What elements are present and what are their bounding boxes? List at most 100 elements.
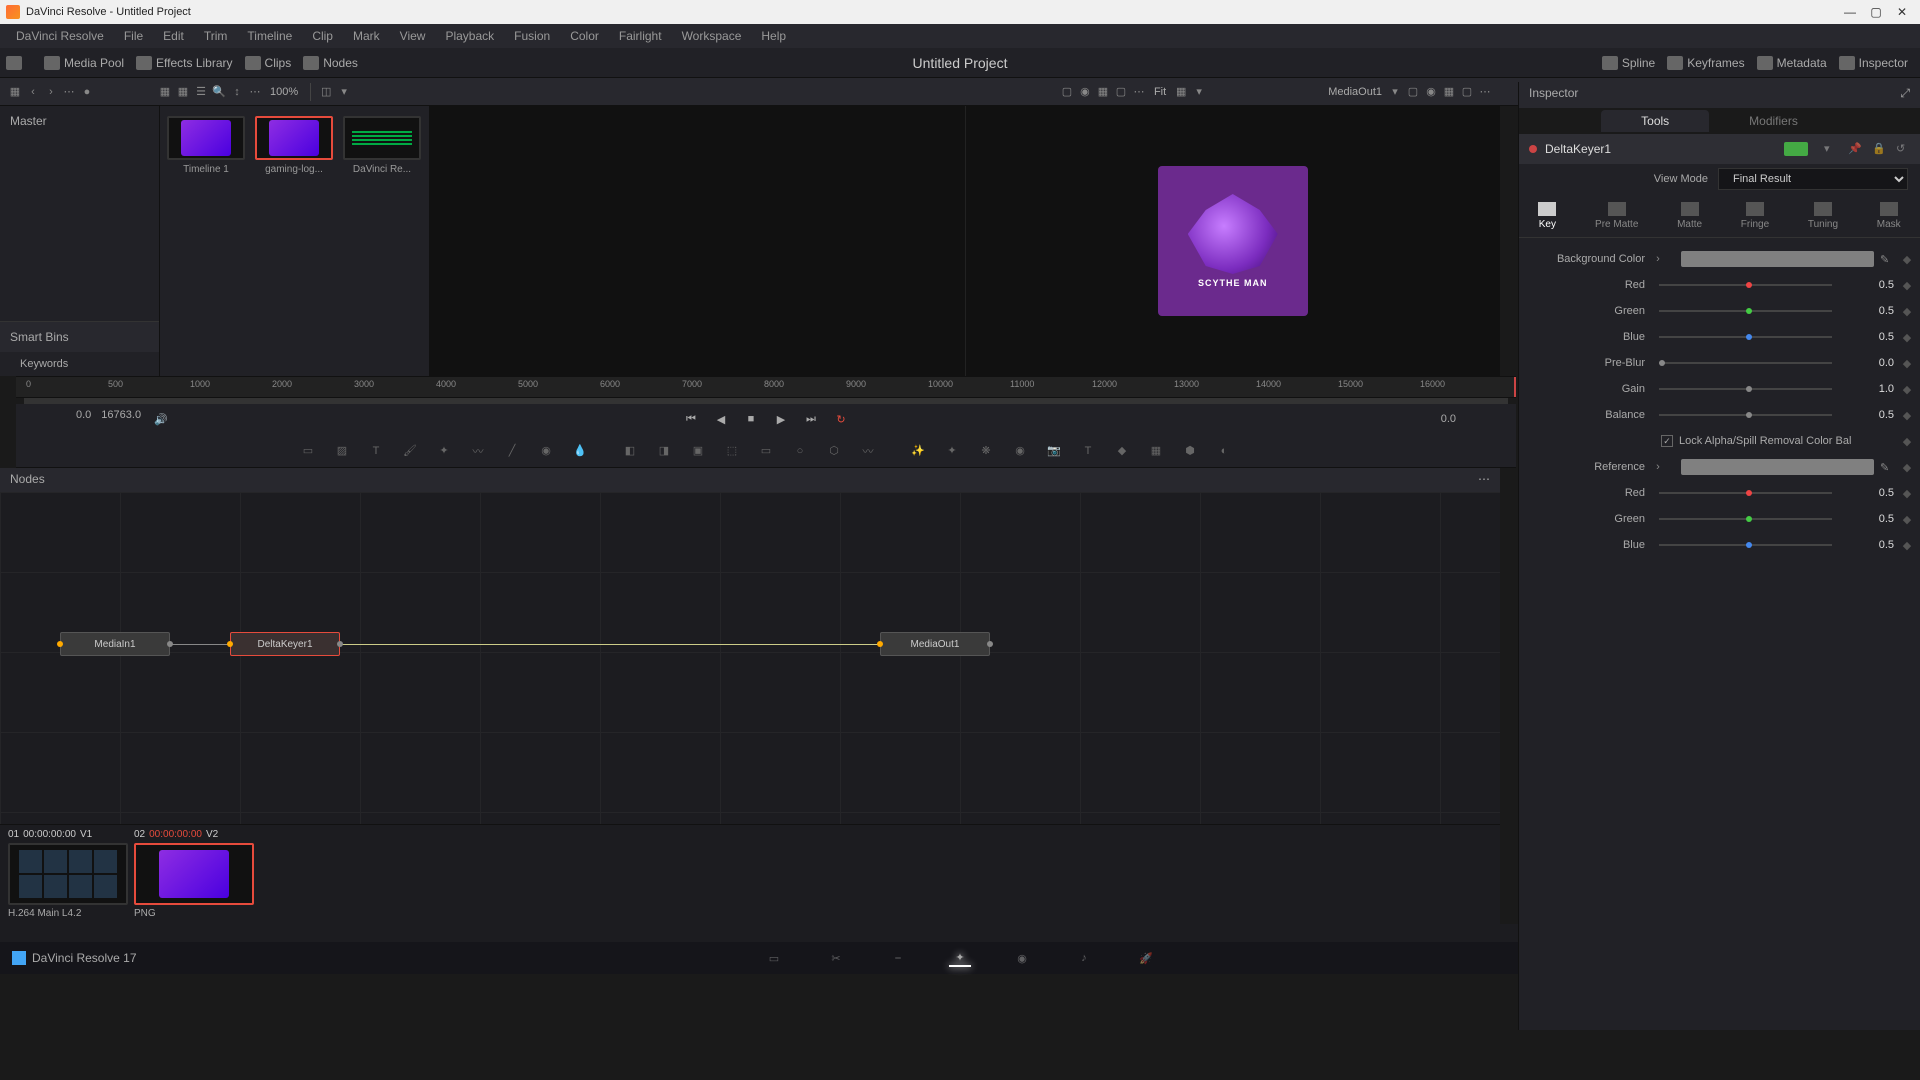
gain-slider[interactable] [1659,388,1832,390]
pimage-tool-icon[interactable]: ❋ [971,439,1001,463]
transform-tool-icon[interactable]: ◨ [649,439,679,463]
deliver-page-icon[interactable]: 🚀 [1135,949,1157,967]
inspector-toggle[interactable]: Inspector [1833,54,1914,72]
nodes-toggle[interactable]: Nodes [297,54,364,72]
image-icon[interactable]: ▢ [1058,84,1076,100]
media-pool-toggle[interactable]: Media Pool [38,54,130,72]
slider-dot-icon[interactable]: ● [78,84,96,100]
fringe-subtab[interactable]: Fringe [1741,202,1769,230]
nodes-options-icon[interactable]: ⋯ [1478,472,1490,488]
green-value[interactable]: 0.5 [1846,305,1894,317]
maximize-button[interactable]: ▢ [1864,3,1888,21]
fastnoise-tool-icon[interactable]: ▨ [327,439,357,463]
merge3d-tool-icon[interactable]: ⬢ [1175,439,1205,463]
time-ruler[interactable]: 0500100020003000400050006000700080009000… [16,376,1516,398]
viewer-source[interactable]: MediaOut1 [1328,86,1382,98]
mask-subtab[interactable]: Mask [1877,202,1901,230]
red-value[interactable]: 0.5 [1846,279,1894,291]
grid2-icon[interactable]: ▦ [1440,84,1458,100]
zoom-level[interactable]: 100% [264,86,304,98]
search-icon[interactable]: 🔍 [210,84,228,100]
particle-tool-icon[interactable]: ✨ [903,439,933,463]
colorcorr-tool-icon[interactable]: 〰 [463,439,493,463]
rred-value[interactable]: 0.5 [1846,487,1894,499]
polygon-tool-icon[interactable]: ⬡ [819,439,849,463]
clip-02[interactable]: 0200:00:00:00V2 PNG [134,829,254,919]
rblue-slider[interactable] [1659,544,1832,546]
viewer-layout-icon[interactable]: ◫ [317,84,335,100]
node-color-indicator[interactable] [1784,142,1808,156]
clip-01[interactable]: 0100:00:00:00V1 H.264 Main L4.2 [8,829,128,919]
red-keyframe-icon[interactable]: ◆ [1900,279,1914,292]
versions-icon[interactable]: ▾ [1824,142,1838,156]
metadata-toggle[interactable]: Metadata [1751,54,1833,72]
merge-tool-icon[interactable]: ◧ [615,439,645,463]
text3d-tool-icon[interactable]: T [1073,439,1103,463]
lock-icon[interactable]: 🔒 [1872,142,1886,156]
rblue-keyframe-icon[interactable]: ◆ [1900,539,1914,552]
fusion-page-icon[interactable]: ✦ [949,949,971,967]
viewer-a[interactable] [430,106,966,376]
safe2-icon[interactable]: ▢ [1458,84,1476,100]
step-back-button[interactable]: ◀ [711,409,731,429]
paint-tool-icon[interactable]: 🖌 [395,439,425,463]
bin-view-icon[interactable]: ▦ [6,84,24,100]
viewer-dropdown-icon[interactable]: ▾ [335,84,353,100]
green-keyframe-icon[interactable]: ◆ [1900,305,1914,318]
blur-tool-icon[interactable]: ◉ [531,439,561,463]
audio-icon[interactable]: 🔊 [151,409,171,429]
clips-toggle[interactable]: Clips [239,54,298,72]
viewer-b[interactable]: SCYTHE MAN [966,106,1501,376]
sort-icon[interactable]: ↕ [228,84,246,100]
go-start-button[interactable]: ⏮ [681,409,701,429]
layout-toggle-icon[interactable] [6,56,22,70]
smart-bins-header[interactable]: Smart Bins [0,322,159,352]
edit-page-icon[interactable]: ⎯ [887,949,909,967]
preblur-keyframe-icon[interactable]: ◆ [1900,357,1914,370]
dropdown3-icon[interactable]: ▾ [1386,84,1404,100]
grid-icon[interactable]: ▦ [1094,84,1112,100]
tools-tab[interactable]: Tools [1601,110,1709,132]
menu-mark[interactable]: Mark [343,29,390,43]
menu-edit[interactable]: Edit [153,29,194,43]
stop-button[interactable]: ■ [741,409,761,429]
prematte-subtab[interactable]: Pre Matte [1595,202,1638,230]
viewmode-select[interactable]: Final Result [1718,168,1908,190]
thumb-timeline1[interactable]: Timeline 1 [166,116,246,175]
preblur-value[interactable]: 0.0 [1846,357,1894,369]
image3d-tool-icon[interactable]: ▦ [1141,439,1171,463]
bgcolor-picker-icon[interactable]: ✎ [1880,252,1894,266]
effects-library-toggle[interactable]: Effects Library [130,54,238,72]
background-tool-icon[interactable]: ▭ [293,439,323,463]
blue-keyframe-icon[interactable]: ◆ [1900,331,1914,344]
dropdown2-icon[interactable]: ▾ [1190,84,1208,100]
red-slider[interactable] [1659,284,1832,286]
menu-clip[interactable]: Clip [302,29,343,43]
resize-tool-icon[interactable]: ⬚ [717,439,747,463]
key-subtab[interactable]: Key [1538,202,1556,230]
rectangle-tool-icon[interactable]: ▭ [751,439,781,463]
shape3d-tool-icon[interactable]: ◆ [1107,439,1137,463]
camera3d-tool-icon[interactable]: 📷 [1039,439,1069,463]
keyframes-toggle[interactable]: Keyframes [1661,54,1750,72]
bspline-tool-icon[interactable]: 〰 [853,439,883,463]
menu-workspace[interactable]: Workspace [672,29,752,43]
rblue-value[interactable]: 0.5 [1846,539,1894,551]
bgcolor-disclose-icon[interactable]: › [1651,253,1665,265]
chevron-right-icon[interactable]: › [42,84,60,100]
minimize-button[interactable]: — [1838,3,1862,21]
reset-icon[interactable]: ↺ [1896,142,1910,156]
thumb-small-icon[interactable]: ▦ [156,84,174,100]
menu-help[interactable]: Help [751,29,796,43]
ref-picker-icon[interactable]: ✎ [1880,460,1894,474]
lens-tool-icon[interactable]: ◉ [1005,439,1035,463]
thumb-gaming-logo[interactable]: gaming-log... [254,116,334,175]
channel-icon[interactable]: ▦ [1172,84,1190,100]
render3d-tool-icon[interactable]: ◐ [1209,439,1239,463]
spline-toggle[interactable]: Spline [1596,54,1661,72]
ellipse-tool-icon[interactable]: ○ [785,439,815,463]
preblur-slider[interactable] [1659,362,1832,364]
inspector-expand-icon[interactable]: ⤢ [1900,86,1910,104]
lock-checkbox[interactable]: ✓ [1661,435,1673,447]
more-icon[interactable]: ⋯ [246,84,264,100]
